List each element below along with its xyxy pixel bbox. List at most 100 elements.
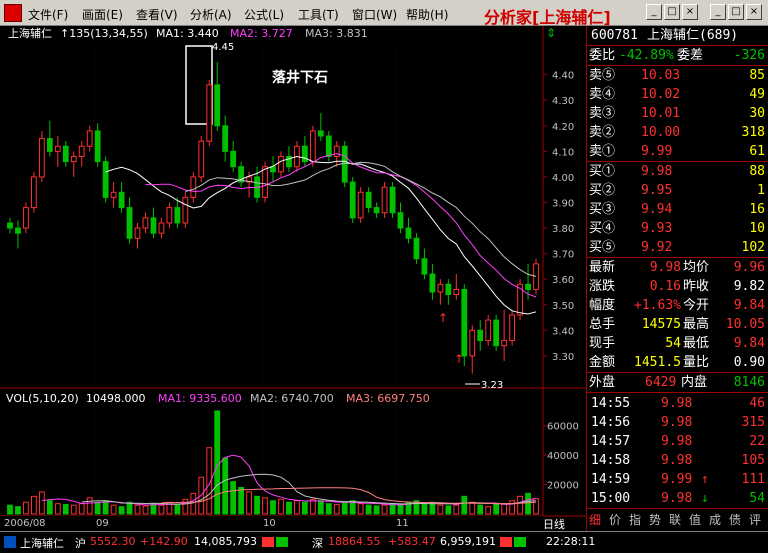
volume-bar	[278, 498, 284, 515]
quote-tab[interactable]: 指	[629, 511, 641, 530]
menu-view[interactable]: 查看(V)	[136, 6, 178, 23]
buy-price: 9.95	[641, 183, 673, 198]
menu-screen[interactable]: 画面(E)	[82, 6, 123, 23]
quote-tab[interactable]: 联	[669, 511, 681, 530]
tick-row: 14:57 9.98 22	[587, 432, 768, 451]
status-bar: 上海辅仁 沪 5552.30 +142.90 14,085,793 深 1886…	[0, 531, 768, 553]
weicha-value: -326	[733, 48, 765, 63]
quote-tab[interactable]: 债	[729, 511, 741, 530]
stat-value: 54	[665, 336, 681, 351]
status-stock: 上海辅仁	[20, 537, 64, 550]
quote-tab[interactable]: 成	[709, 511, 721, 530]
volume-bar	[15, 506, 21, 515]
candle-body	[413, 237, 420, 260]
stat-value: 9.98	[649, 260, 681, 275]
stat-row: 总手 14575 最高 10.05	[589, 317, 765, 332]
candle-body	[134, 227, 141, 239]
maximize-button[interactable]: □	[664, 4, 680, 20]
bottom-tab-bar: 细价指势联值成债评	[587, 511, 768, 530]
volume-bar	[134, 504, 141, 515]
close-button[interactable]: ×	[682, 4, 698, 20]
price-tick-label: 3.50	[552, 301, 574, 312]
buy-row-2: 买② 9.95 1	[589, 183, 765, 198]
volume-bar	[7, 504, 13, 515]
candle-body	[15, 227, 21, 234]
menu-tools[interactable]: 工具(T)	[298, 6, 339, 23]
price-tick-label: 4.00	[552, 173, 574, 184]
sell-price: 9.99	[641, 144, 673, 159]
sz-change: +583.47	[388, 535, 436, 548]
price-tick-label: 3.80	[552, 224, 574, 235]
tick-volume: 46	[749, 396, 765, 411]
candle-body	[54, 145, 61, 152]
volume-bar	[78, 503, 85, 515]
buy-row-1: 买① 9.98 88	[589, 164, 765, 179]
status-icon	[4, 536, 16, 548]
quote-tab[interactable]: 评	[749, 511, 761, 530]
menu-analyze[interactable]: 分析(A)	[190, 6, 232, 23]
tick-time: 14:59	[591, 472, 631, 487]
stat-value-2: 9.84	[733, 298, 765, 313]
menu-window[interactable]: 窗口(W)	[352, 6, 397, 23]
child-restore-button[interactable]: □	[728, 4, 744, 20]
candle-body	[142, 217, 149, 229]
view-mode-label[interactable]: 日线	[543, 517, 565, 531]
candle-body	[461, 288, 468, 357]
tick-row: 14:58 9.98 105	[587, 451, 768, 470]
pattern-annotation: 落井下石	[272, 69, 328, 86]
tick-time: 15:00	[591, 491, 631, 506]
candle-body	[365, 191, 372, 209]
quote-tab[interactable]: 价	[609, 511, 621, 530]
quote-tab[interactable]: 细	[589, 511, 601, 530]
stat-value: 1451.5	[634, 355, 681, 370]
scroll-arrow-icon[interactable]: ⇕	[546, 26, 556, 40]
stat-row: 涨跌 0.16 昨收 9.82	[589, 279, 765, 294]
price-tick-label: 4.20	[552, 122, 574, 133]
minimize-button[interactable]: _	[646, 4, 662, 20]
quote-tab[interactable]: 势	[649, 511, 661, 530]
tick-row: 14:59 9.99 ↑ 111	[587, 470, 768, 489]
stock-header: 600781 上海辅仁(689)	[587, 26, 768, 45]
brand-title: 分析家[上海辅仁]	[484, 8, 611, 27]
candle-body	[23, 207, 29, 229]
volume-bar	[461, 495, 468, 515]
vol-ma3-label: MA3: 6697.750	[346, 392, 430, 405]
tick-price: 9.98	[661, 434, 693, 449]
child-minimize-button[interactable]: _	[710, 4, 726, 20]
menu-file[interactable]: 文件(F)	[28, 6, 68, 23]
sh-volume: 14,085,793	[194, 535, 257, 548]
tick-price: 9.98	[661, 491, 693, 506]
volume-bar	[493, 503, 500, 515]
menu-help[interactable]: 帮助(H)	[406, 6, 448, 23]
volume-bar	[230, 481, 237, 515]
candle-body	[102, 161, 109, 198]
kline-chart[interactable]: 上海辅仁 ↑135(13,34,55) MA1: 3.440 MA2: 3.72…	[0, 26, 586, 531]
candle-body	[501, 340, 508, 347]
tick-row: 14:56 9.98 315	[587, 413, 768, 432]
volume-bar	[301, 501, 308, 515]
menu-formula[interactable]: 公式(L)	[244, 6, 284, 23]
candle-body	[405, 227, 412, 239]
date-label-sep: 09	[96, 518, 109, 529]
sz-down-bar	[514, 537, 526, 547]
buy-volume: 88	[749, 164, 765, 179]
child-close-button[interactable]: ×	[746, 4, 762, 20]
tick-volume: 22	[749, 434, 765, 449]
outer-inner-row: 外盘 6429 内盘 8146	[589, 375, 765, 390]
sz-index: 18864.55	[328, 535, 381, 548]
buy-row-4: 买④ 9.93 10	[589, 221, 765, 236]
stat-row: 幅度 +1.63% 今开 9.84	[589, 298, 765, 313]
volume-bar	[365, 504, 372, 515]
volume-bar	[469, 501, 476, 515]
quote-tab[interactable]: 值	[689, 511, 701, 530]
sell-price: 10.01	[641, 106, 681, 121]
stat-value-2: 10.05	[725, 317, 765, 332]
volume-tick-label: 20000	[547, 481, 579, 492]
volume-bar	[118, 506, 125, 515]
candle-body	[445, 283, 452, 296]
volume-bar	[158, 504, 165, 515]
date-label-oct: 10	[263, 518, 276, 529]
price-tick-label: 3.30	[552, 352, 574, 363]
app-icon[interactable]	[4, 4, 22, 22]
sell-volume: 30	[749, 106, 765, 121]
